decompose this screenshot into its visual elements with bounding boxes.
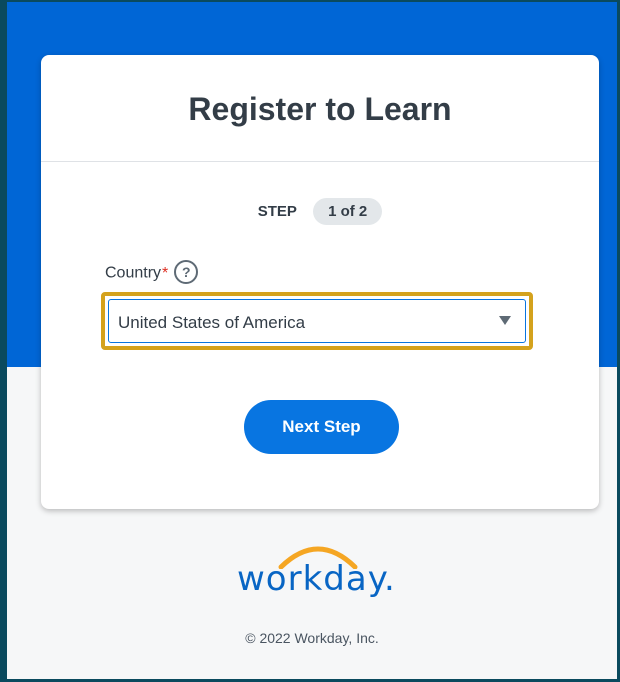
question-circle-icon[interactable]: ?	[174, 260, 199, 284]
country-field-label: Country*?	[105, 260, 199, 284]
step-indicator: STEP 1 of 2	[41, 198, 599, 225]
country-select[interactable]: United States of America	[108, 299, 526, 343]
caret-down-icon[interactable]	[499, 316, 511, 325]
copyright-text: © 2022 Workday, Inc.	[245, 630, 379, 646]
country-label-text: Country	[105, 264, 162, 282]
country-select-value: United States of America	[118, 313, 306, 332]
registration-card: Register to Learn STEP 1 of 2 Country*? …	[41, 55, 599, 509]
page-frame: Register to Learn STEP 1 of 2 Country*? …	[0, 0, 620, 682]
title-divider	[41, 161, 599, 162]
logo-wordmark: workday.	[237, 559, 396, 599]
workday-logo: workday.	[229, 539, 409, 609]
step-label: STEP	[257, 203, 297, 220]
page-title: Register to Learn	[188, 91, 452, 127]
next-step-button[interactable]: Next Step	[244, 400, 399, 454]
required-marker: *	[162, 264, 169, 282]
step-progress-badge: 1 of 2	[313, 198, 383, 225]
country-select-focus-ring: United States of America	[101, 292, 533, 350]
